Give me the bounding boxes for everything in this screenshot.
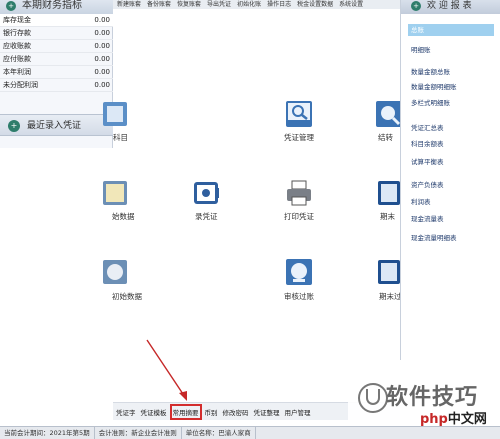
watermark-text: 软件技巧 xyxy=(386,385,479,410)
common-summary-button[interactable]: 常用摘要 xyxy=(169,403,202,420)
menu-item[interactable]: 初始化账 xyxy=(237,0,261,9)
report-item[interactable]: 多栏式明细账 xyxy=(411,97,450,107)
expand-icon[interactable]: + xyxy=(411,1,421,11)
main-workspace: 科目 凭证管理 结转 始数据 录凭证 打印凭证 期末 初始数据 审核过账 期末过 xyxy=(103,9,403,402)
expand-icon[interactable]: + xyxy=(6,1,16,11)
menu-item[interactable]: 新建账套 xyxy=(117,0,141,9)
report-item[interactable]: 科目余额表 xyxy=(411,138,444,148)
report-item[interactable]: 现金流量表 xyxy=(411,213,444,223)
stat-label: 应付账款 xyxy=(3,55,31,63)
voucher-reorg-button[interactable]: 凭证整理 xyxy=(254,407,280,417)
stat-value: 0.00 xyxy=(94,81,110,89)
stat-label: 本年利润 xyxy=(3,68,31,76)
site-watermark-a: php xyxy=(420,412,448,427)
site-watermark-b: 中文网 xyxy=(447,412,487,427)
tile-label-record-voucher[interactable]: 录凭证 xyxy=(195,211,218,222)
menu-item[interactable]: 操作日志 xyxy=(267,0,291,9)
financial-indicators-panel: + 本期财务指标 库存现金 0.00 银行存款 0.00 应收账款 0.00 应付账款… xyxy=(0,0,113,148)
reports-title-text: 欢 迎 报 表 xyxy=(427,1,472,11)
annotation-arrow xyxy=(146,339,187,401)
stat-label: 库存现金 xyxy=(3,16,31,24)
stat-value: 0.00 xyxy=(94,42,110,50)
tile-label-period-end-2[interactable]: 期末过 xyxy=(379,291,402,302)
voucher-type-button[interactable]: 凭证字 xyxy=(116,407,136,417)
menu-item[interactable]: 系统设置 xyxy=(339,0,363,9)
tile-label-period-end[interactable]: 期末 xyxy=(380,211,395,222)
status-company: 单位名称：巴渝人家商 xyxy=(182,427,256,439)
stat-row: 应收账款 0.00 xyxy=(0,40,113,53)
closing-icon[interactable] xyxy=(375,100,403,128)
stat-row: 本年利润 0.00 xyxy=(0,66,113,79)
stat-label: 未分配利润 xyxy=(3,81,38,89)
tile-label-audit-posting[interactable]: 审核过账 xyxy=(284,291,314,302)
tile-label-print-voucher[interactable]: 打印凭证 xyxy=(284,211,314,222)
report-item[interactable]: 凭证汇总表 xyxy=(411,122,444,132)
site-watermark-text: php中文网 xyxy=(420,408,487,427)
report-item[interactable]: 资产负债表 xyxy=(411,179,444,189)
stat-row: 应付账款 0.00 xyxy=(0,53,113,66)
audit-posting-icon[interactable] xyxy=(285,258,313,286)
status-standard: 会计准则：新企业会计准则 xyxy=(95,427,182,439)
stat-row: 银行存款 0.00 xyxy=(0,27,113,40)
top-menubar: 新建账套 备份账套 恢复账套 导出凭证 初始化账 操作日志 税金设置数据 系统设… xyxy=(113,0,400,9)
panel-title: + 本期财务指标 xyxy=(0,0,113,14)
stat-row: 未分配利润 0.00 xyxy=(0,79,113,92)
menu-item[interactable]: 备份账套 xyxy=(147,0,171,9)
report-item[interactable]: 试算平衡表 xyxy=(411,156,444,166)
recent-vouchers-label: 最近录入凭证 xyxy=(27,121,82,131)
reports-panel-title: + 欢 迎 报 表 xyxy=(401,0,500,14)
init-data-icon[interactable] xyxy=(101,179,129,207)
tile-label-init-data[interactable]: 始数据 xyxy=(112,211,135,222)
menu-item[interactable]: 税金设置数据 xyxy=(297,0,333,9)
subject-icon[interactable] xyxy=(101,100,129,128)
recent-vouchers-header[interactable]: + 最近录入凭证 xyxy=(0,114,113,136)
report-item[interactable]: 现金流量明细表 xyxy=(411,232,457,242)
status-bar: 当前会计期间：2021年第5期 会计准则：新企业会计准则 单位名称：巴渝人家商 xyxy=(0,426,500,439)
report-item[interactable]: 数量金额明细账 xyxy=(411,81,457,91)
period-end-2-icon[interactable] xyxy=(375,258,403,286)
menu-item[interactable]: 恢复账套 xyxy=(177,0,201,9)
watermark-logo-icon xyxy=(358,383,388,413)
tile-label-init-data-2[interactable]: 初始数据 xyxy=(112,291,142,302)
stat-value: 0.00 xyxy=(94,16,110,24)
panel-title-text: 本期财务指标 xyxy=(22,0,82,11)
stat-row: 库存现金 0.00 xyxy=(0,14,113,27)
tile-label-closing[interactable]: 结转 xyxy=(378,132,393,143)
report-item-selected[interactable]: 总账 xyxy=(408,24,494,36)
expand-icon[interactable]: + xyxy=(8,120,20,132)
status-period: 当前会计期间：2021年第5期 xyxy=(0,427,95,439)
stat-label: 银行存款 xyxy=(3,29,31,37)
print-voucher-icon[interactable] xyxy=(285,179,313,207)
report-item[interactable]: 利润表 xyxy=(411,196,431,206)
currency-button[interactable]: 币别 xyxy=(205,407,218,417)
user-management-button[interactable]: 用户管理 xyxy=(285,407,311,417)
reports-panel: + 欢 迎 报 表 总账 明细账 数量金额总账 数量金额明细账 多栏式明细账 凭… xyxy=(400,0,500,360)
site-watermark: php中文网 xyxy=(412,408,500,427)
tile-label-subject[interactable]: 科目 xyxy=(113,132,128,143)
stat-value: 0.00 xyxy=(94,68,110,76)
period-end-icon[interactable] xyxy=(375,179,403,207)
stats-list: 库存现金 0.00 银行存款 0.00 应收账款 0.00 应付账款 0.00 本年利润… xyxy=(0,14,113,92)
menu-item[interactable]: 导出凭证 xyxy=(207,0,231,9)
voucher-management-icon[interactable] xyxy=(285,100,313,128)
stat-label: 应收账款 xyxy=(3,42,31,50)
report-item[interactable]: 数量金额总账 xyxy=(411,66,450,76)
init-data-2-icon[interactable] xyxy=(101,258,129,286)
record-voucher-icon[interactable] xyxy=(192,179,220,207)
tile-label-voucher-management[interactable]: 凭证管理 xyxy=(284,132,314,143)
stat-value: 0.00 xyxy=(94,29,110,37)
change-password-button[interactable]: 修改密码 xyxy=(223,407,249,417)
voucher-template-button[interactable]: 凭证模板 xyxy=(141,407,167,417)
stat-value: 0.00 xyxy=(94,55,110,63)
report-item[interactable]: 明细账 xyxy=(411,44,431,54)
